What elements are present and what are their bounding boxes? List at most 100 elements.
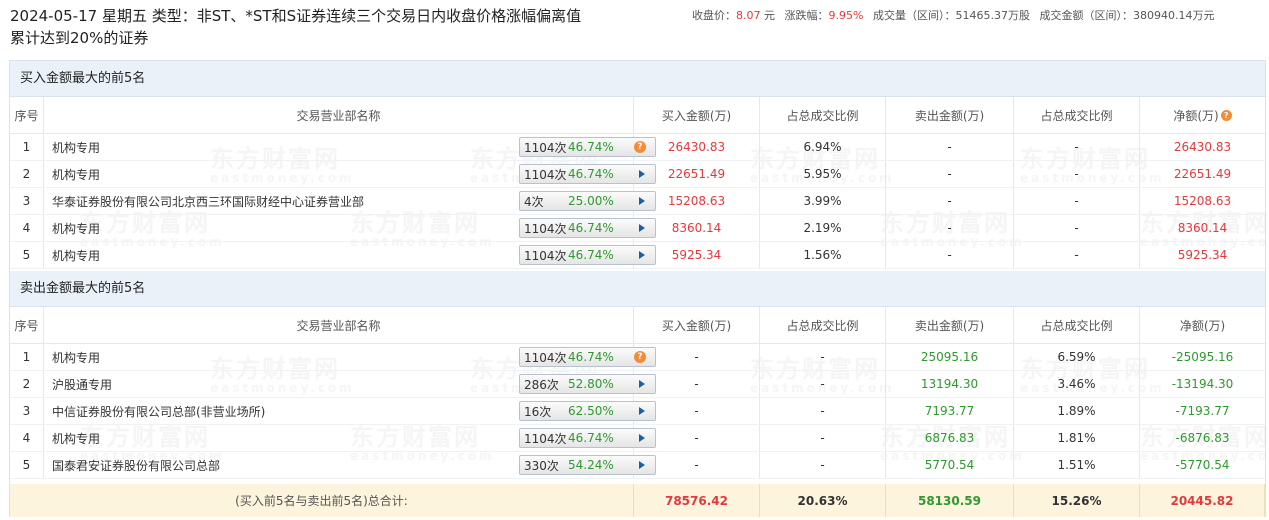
appearance-count: 1104次 (524, 221, 567, 236)
branch-name-link[interactable]: 沪股通专用 (52, 376, 112, 393)
stock-stats: 收盘价：8.07 元 涨跌幅：9.95% 成交量（区间）：51465.37万股 … (692, 7, 1214, 23)
sell-amount: 7193.77 (886, 398, 1014, 424)
rise-probability: 54.24% (568, 458, 614, 472)
branch-name-cell: 机构专用 1104次 46.74%? (44, 134, 656, 160)
appearance-count: 1104次 (524, 140, 567, 155)
branch-name-cell: 机构专用 1104次 46.74% (44, 242, 656, 268)
rise-probability: 46.74% (568, 248, 614, 262)
rise-probability: 46.74% (568, 431, 614, 445)
table-row: 1 机构专用 1104次 46.74%? - -25095.16 6.59% -25095.1… (10, 344, 1265, 371)
branch-name-link[interactable]: 华泰证券股份有限公司北京西三环国际财经中心证券营业部 (52, 193, 364, 210)
rise-probability: 25.00% (568, 194, 614, 208)
sell-ratio: 1.81% (1014, 425, 1140, 451)
col-buy-ratio: 占总成交比例 (760, 307, 886, 343)
branch-name-cell: 中信证券股份有限公司总部(非营业场所) 16次 62.50% (44, 398, 656, 424)
buy-amount: 22651.49 (634, 161, 760, 187)
sell-ratio: - (1014, 161, 1140, 187)
appearance-count: 286次 (524, 377, 559, 392)
net-amount: 8360.14 (1177, 221, 1228, 235)
sell-amount: 6876.83 (886, 425, 1014, 451)
rise-probability: 46.74% (568, 221, 614, 235)
buy-amount: - (634, 398, 760, 424)
table-row: 1 机构专用 1104次 46.74%? 26430.83 6.94% - -26430.83 (10, 134, 1265, 161)
branch-name-cell: 沪股通专用 286次 52.80% (44, 371, 656, 397)
sell-ratio: 1.89% (1014, 398, 1140, 424)
branch-name-cell: 机构专用 1104次 46.74% (44, 161, 656, 187)
rise-probability: 52.80% (568, 377, 614, 391)
net-amount: -13194.30 (1171, 377, 1234, 391)
buy-ratio: - (760, 371, 886, 397)
branch-name-link[interactable]: 机构专用 (52, 220, 100, 237)
appearance-count: 330次 (524, 458, 559, 473)
buy-amount: - (634, 425, 760, 451)
branch-name-cell: 国泰君安证券股份有限公司总部 330次 54.24% (44, 452, 656, 478)
branch-name-cell: 机构专用 1104次 46.74% (44, 425, 656, 451)
row-index: 3 (10, 188, 44, 214)
close-price-value: 8.07 (736, 9, 761, 22)
appearance-count: 16次 (524, 404, 552, 419)
page-title: 2024-05-17 星期五 类型：非ST、*ST和S证券连续三个交易日内收盘价… (10, 7, 582, 25)
sell-amount: 25095.16 (886, 344, 1014, 370)
buy-ratio: 5.95% (760, 161, 886, 187)
table-row: 5 机构专用 1104次 46.74% 5925.34 1.56% - -5925.34 (10, 242, 1265, 269)
buy-amount: 15208.63 (634, 188, 760, 214)
buy-ratio: 6.94% (760, 134, 886, 160)
total-buy-ratio: 20.63% (760, 484, 886, 517)
net-amount: 5925.34 (1177, 248, 1228, 262)
branch-name-link[interactable]: 机构专用 (52, 139, 100, 156)
buy-amount: 26430.83 (634, 134, 760, 160)
dragon-tiger-table: 东方财富网eastmoney.com 东方财富网eastmoney.com 东方… (9, 60, 1269, 517)
branch-name-link[interactable]: 机构专用 (52, 430, 100, 447)
sell-amount: - (886, 134, 1014, 160)
table-row: 5 国泰君安证券股份有限公司总部 330次 54.24% - -5770.54 1.51% -… (10, 452, 1265, 479)
total-net: 20445.82 (1140, 484, 1265, 517)
buy-amount: 5925.34 (634, 242, 760, 268)
col-branch-name: 交易营业部名称 (44, 97, 634, 133)
row-index: 5 (10, 452, 44, 478)
net-amount: 26430.83 (1173, 140, 1232, 154)
buy-ratio: 3.99% (760, 188, 886, 214)
sell-amount: - (886, 161, 1014, 187)
branch-name-link[interactable]: 机构专用 (52, 349, 100, 366)
buy-column-header: 序号 交易营业部名称 买入金额(万) 占总成交比例 卖出金额(万) 占总成交比例… (10, 97, 1265, 134)
row-index: 1 (10, 344, 44, 370)
buy-ratio: - (760, 452, 886, 478)
rise-probability: 46.74% (568, 167, 614, 181)
help-icon[interactable]: ? (1220, 109, 1232, 121)
rise-probability: 62.50% (568, 404, 614, 418)
volume-label: 成交量（区间）： (872, 9, 956, 22)
col-sell-ratio: 占总成交比例 (1014, 307, 1140, 343)
branch-name-link[interactable]: 中信证券股份有限公司总部(非营业场所) (52, 403, 265, 420)
sell-ratio: - (1014, 215, 1140, 241)
close-price-label: 收盘价： (692, 9, 736, 22)
table-row: 4 机构专用 1104次 46.74% 8360.14 2.19% - -8360.14 (10, 215, 1265, 242)
col-sell-amount: 卖出金额(万) (886, 97, 1014, 133)
buy-ratio: - (760, 344, 886, 370)
branch-name-link[interactable]: 机构专用 (52, 247, 100, 264)
row-index: 4 (10, 425, 44, 451)
col-buy-ratio: 占总成交比例 (760, 97, 886, 133)
appearance-count: 4次 (524, 194, 544, 209)
net-amount: 15208.63 (1173, 194, 1232, 208)
net-amount: 22651.49 (1173, 167, 1232, 181)
table-row: 2 沪股通专用 286次 52.80% - -13194.30 3.46% -13194.30 (10, 371, 1265, 398)
branch-name-link[interactable]: 机构专用 (52, 166, 100, 183)
amount-value: 380940.14万元 (1132, 9, 1215, 22)
row-index: 5 (10, 242, 44, 268)
sell-amount: - (886, 242, 1014, 268)
table-row: 3 华泰证券股份有限公司北京西三环国际财经中心证券营业部 4次 25.00% 15208… (10, 188, 1265, 215)
row-index: 3 (10, 398, 44, 424)
close-price-unit: 元 (764, 9, 775, 22)
sell-ratio: 6.59% (1014, 344, 1140, 370)
table-row: 2 机构专用 1104次 46.74% 22651.49 5.95% - -22651.49 (10, 161, 1265, 188)
net-amount: -7193.77 (1175, 404, 1230, 418)
row-index: 1 (10, 134, 44, 160)
sell-amount: - (886, 188, 1014, 214)
change-value: 9.95% (828, 9, 864, 22)
branch-name-cell: 机构专用 1104次 46.74% (44, 215, 656, 241)
net-amount: -6876.83 (1175, 431, 1230, 445)
branch-name-link[interactable]: 国泰君安证券股份有限公司总部 (52, 457, 220, 474)
rise-probability: 46.74% (568, 350, 614, 364)
sell-amount: 13194.30 (886, 371, 1014, 397)
branch-name-cell: 华泰证券股份有限公司北京西三环国际财经中心证券营业部 4次 25.00% (44, 188, 656, 214)
